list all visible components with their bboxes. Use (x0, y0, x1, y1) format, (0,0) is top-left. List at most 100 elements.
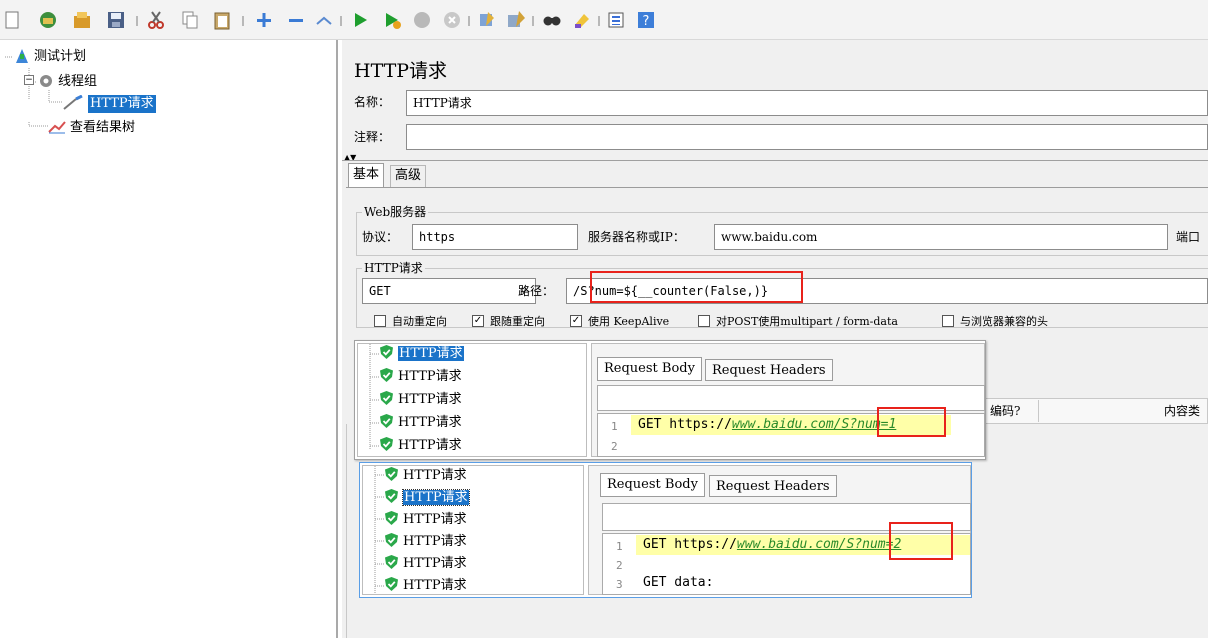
divider (342, 160, 1208, 161)
line-number: 3 (616, 578, 623, 591)
result-item-label: HTTP请求 (403, 468, 467, 483)
result-item[interactable]: HTTP请求 (380, 390, 462, 410)
line-number: 1 (616, 540, 623, 553)
protocol-field[interactable]: https (412, 224, 578, 250)
name-label: 名称： (354, 95, 391, 109)
request-headers-tab[interactable]: Request Headers (709, 475, 837, 497)
server-field[interactable]: www.baidu.com (714, 224, 1168, 250)
result-item[interactable]: HTTP请求 (380, 344, 464, 364)
line-number: 2 (611, 440, 618, 453)
method-value: GET (369, 284, 391, 298)
success-shield-icon (385, 511, 398, 525)
result-item-label: HTTP请求 (403, 512, 467, 527)
result-item[interactable]: HTTP请求 (385, 532, 467, 552)
stop-icon[interactable] (412, 10, 432, 30)
expand-icon[interactable] (254, 10, 274, 30)
request-body-tab[interactable]: Request Body (597, 357, 702, 381)
reset-search-icon[interactable] (572, 10, 592, 30)
auto-redirect-checkbox[interactable] (374, 315, 386, 327)
tree-node-http-request[interactable]: HTTP请求 (88, 95, 156, 113)
port-label: 端口 (1176, 230, 1201, 244)
request-body-tab[interactable]: Request Body (600, 473, 705, 497)
help-icon[interactable]: ? (636, 10, 656, 30)
toolbar: ? (0, 0, 1208, 40)
name-field[interactable]: HTTP请求 (406, 90, 1208, 116)
browser-headers-checkbox[interactable] (942, 315, 954, 327)
request-line: GET https://www.baidu.com/S?num=2 (643, 537, 902, 552)
result-item[interactable]: HTTP请求 (385, 554, 467, 574)
toolbar-separator (532, 16, 534, 26)
result-item-label: HTTP请求 (398, 438, 462, 453)
path-label: 路径： (518, 284, 555, 298)
toolbar-separator (136, 16, 138, 26)
success-shield-icon (380, 414, 393, 428)
tree-node-view-results-tree[interactable]: 查看结果树 (70, 119, 135, 137)
http-request-legend: HTTP请求 (362, 260, 425, 276)
follow-redirect-label: 跟随重定向 (490, 315, 545, 328)
collapse-icon[interactable] (286, 10, 306, 30)
result-item[interactable]: HTTP请求 (380, 367, 462, 387)
multipart-label: 对POST使用multipart / form-data (716, 315, 898, 328)
success-shield-icon (380, 391, 393, 405)
save-icon[interactable] (106, 10, 126, 30)
success-shield-icon (380, 437, 393, 451)
comment-field[interactable] (406, 124, 1208, 150)
paste-icon[interactable] (212, 10, 232, 30)
search-icon[interactable] (542, 10, 562, 30)
result-item-label: HTTP请求 (398, 415, 462, 430)
encode-header: 编码? (990, 404, 1021, 418)
result-item[interactable]: HTTP请求 (380, 436, 462, 456)
result-item-label: HTTP请求 (403, 578, 467, 593)
tab-divider (346, 187, 1208, 188)
result-item[interactable]: HTTP请求 (385, 466, 467, 486)
web-server-legend: Web服务器 (362, 204, 429, 220)
collapse-toggle-icon[interactable]: − (24, 75, 34, 85)
clear-icon[interactable] (476, 10, 496, 30)
result-item-label: HTTP请求 (403, 556, 467, 571)
shutdown-icon[interactable] (442, 10, 462, 30)
follow-redirect-checkbox[interactable]: ✓ (472, 315, 484, 327)
success-shield-icon (380, 368, 393, 382)
auto-redirect-label: 自动重定向 (392, 315, 447, 328)
copy-icon[interactable] (180, 10, 200, 30)
pipette-icon (62, 94, 84, 114)
success-shield-icon (385, 467, 398, 481)
test-plan-icon (14, 48, 30, 67)
request-headers-tab[interactable]: Request Headers (705, 359, 833, 381)
gear-icon (38, 73, 54, 92)
tab-basic[interactable]: 基本 (348, 163, 385, 187)
start-no-pause-icon[interactable] (382, 10, 402, 30)
result-item-label: HTTP请求 (398, 392, 462, 407)
graph-icon (48, 120, 66, 137)
multipart-checkbox[interactable] (698, 315, 710, 327)
result-item[interactable]: HTTP请求 (385, 510, 467, 530)
query-highlight-box-2 (889, 522, 953, 560)
protocol-label: 协议： (362, 230, 399, 244)
header-divider (1038, 400, 1039, 422)
tree-node-thread-group[interactable]: 线程组 (58, 73, 97, 91)
cut-icon[interactable] (146, 10, 166, 30)
result-item[interactable]: HTTP请求 (385, 576, 467, 596)
result-item[interactable]: HTTP请求 (385, 488, 470, 508)
start-icon[interactable] (350, 10, 370, 30)
new-icon[interactable] (2, 10, 22, 30)
clear-all-icon[interactable] (506, 10, 526, 30)
page-title: HTTP请求 (354, 60, 448, 82)
open-icon[interactable] (72, 10, 92, 30)
toggle-icon[interactable] (314, 10, 334, 30)
method-select[interactable]: GET ∨ (362, 278, 536, 304)
svg-text:?: ? (643, 14, 650, 29)
tab-advanced[interactable]: 高级 (390, 165, 427, 187)
tree-node-test-plan[interactable]: 测试计划 (34, 48, 86, 66)
toolbar-separator (598, 16, 600, 26)
results-popup-1: HTTP请求 HTTP请求 HTTP请求 HTTP请求 HTTP请求 Reque… (354, 340, 986, 460)
templates-icon[interactable] (38, 10, 58, 30)
result-item[interactable]: HTTP请求 (380, 413, 462, 433)
content-type-header: 内容类 (1164, 404, 1201, 418)
keepalive-checkbox[interactable]: ✓ (570, 315, 582, 327)
function-helper-icon[interactable] (606, 10, 626, 30)
keepalive-label: 使用 KeepAlive (588, 315, 670, 328)
success-shield-icon (385, 533, 398, 547)
toolbar-separator (340, 16, 342, 26)
toolbar-separator (468, 16, 470, 26)
